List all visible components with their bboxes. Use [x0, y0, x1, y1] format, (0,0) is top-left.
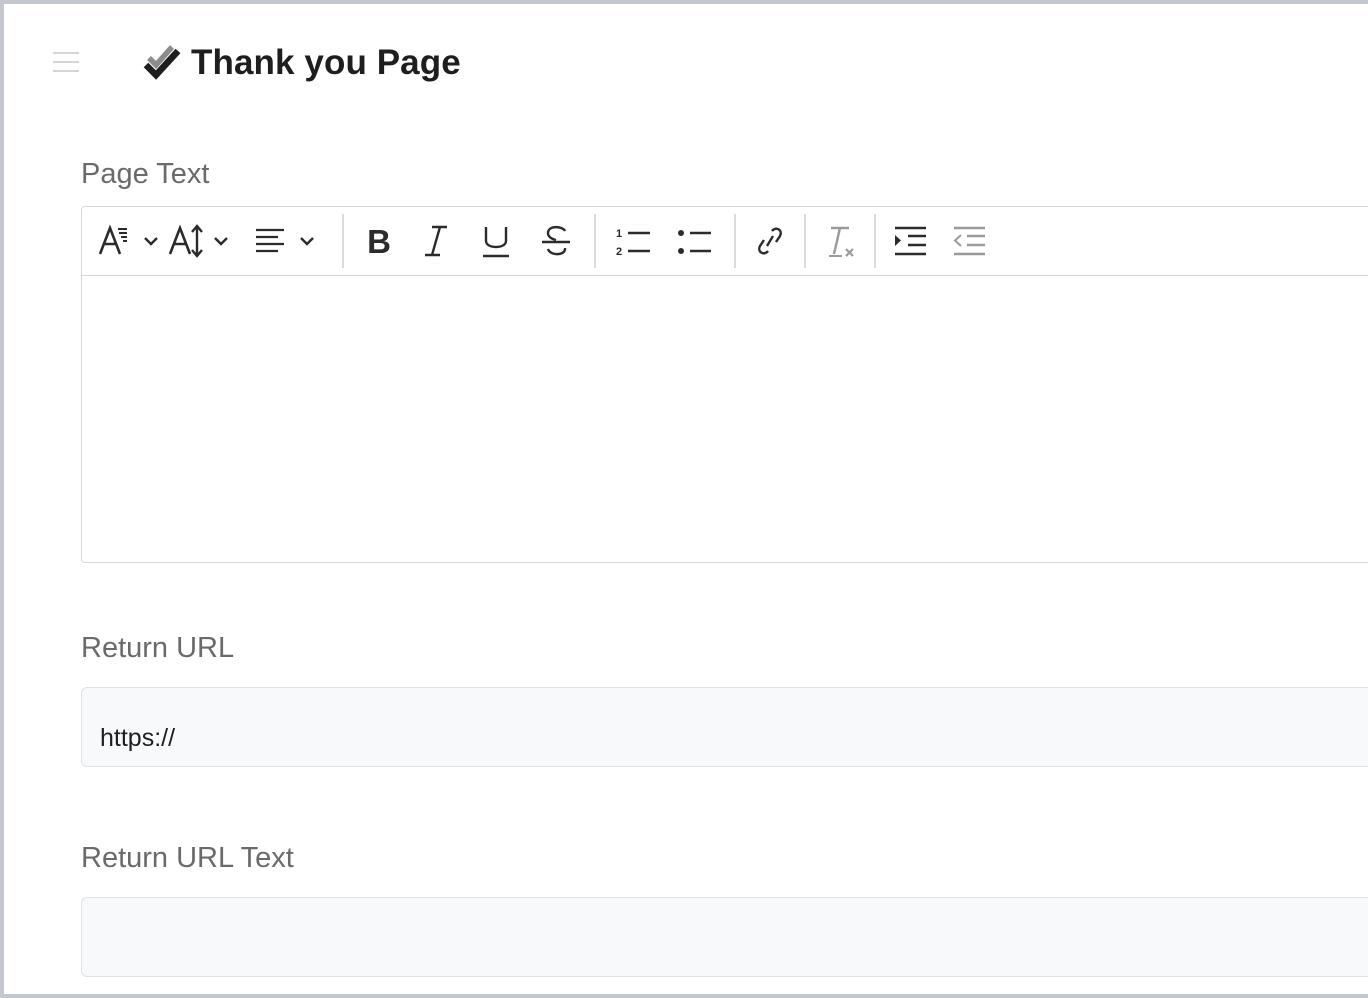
clear-formatting-button[interactable] [814, 216, 866, 266]
font-style-icon [98, 224, 158, 255]
strikethrough-button[interactable] [526, 216, 586, 266]
return-url-label: Return URL [81, 632, 235, 664]
svg-text:2: 2 [616, 246, 622, 258]
link-button[interactable] [744, 216, 796, 266]
toolbar-divider [874, 214, 876, 268]
return-url-input[interactable] [81, 687, 1368, 767]
svg-text:B: B [367, 223, 391, 260]
page-text-label: Page Text [81, 158, 210, 190]
strikethrough-icon [542, 225, 570, 256]
page-header: Thank you Page [143, 40, 461, 86]
svg-text:1: 1 [616, 228, 622, 240]
underline-button[interactable] [466, 216, 526, 266]
editor-content-area[interactable] [82, 276, 1368, 563]
double-check-icon [143, 45, 181, 80]
return-url-text-input[interactable] [81, 897, 1368, 977]
indent-button[interactable] [884, 216, 938, 266]
outdent-button[interactable] [938, 216, 1002, 266]
bold-button[interactable]: B [352, 216, 406, 266]
unordered-list-icon [678, 230, 711, 254]
outdent-icon [953, 226, 985, 256]
toolbar-divider [734, 214, 736, 268]
italic-icon [425, 225, 447, 257]
toolbar-divider [342, 214, 344, 268]
hamburger-menu-icon[interactable] [50, 46, 82, 78]
indent-icon [895, 226, 926, 256]
bold-icon: B [367, 223, 391, 260]
text-align-button[interactable] [252, 216, 334, 266]
rich-text-editor[interactable]: B 1 2 [81, 206, 1368, 563]
editor-toolbar: B 1 2 [82, 207, 1368, 276]
ordered-list-button[interactable]: 1 2 [604, 216, 664, 266]
ordered-list-icon: 1 2 [616, 228, 650, 258]
return-url-text-label: Return URL Text [81, 842, 294, 874]
toolbar-divider [594, 214, 596, 268]
font-style-button[interactable] [96, 216, 166, 266]
unordered-list-button[interactable] [664, 216, 726, 266]
clear-formatting-icon [829, 226, 854, 257]
font-size-icon [168, 224, 228, 258]
toolbar-divider [804, 214, 806, 268]
font-size-button[interactable] [166, 216, 252, 266]
text-align-icon [256, 228, 314, 253]
page-title: Thank you Page [191, 43, 461, 82]
link-icon [758, 227, 782, 255]
underline-icon [483, 227, 509, 258]
italic-button[interactable] [406, 216, 466, 266]
